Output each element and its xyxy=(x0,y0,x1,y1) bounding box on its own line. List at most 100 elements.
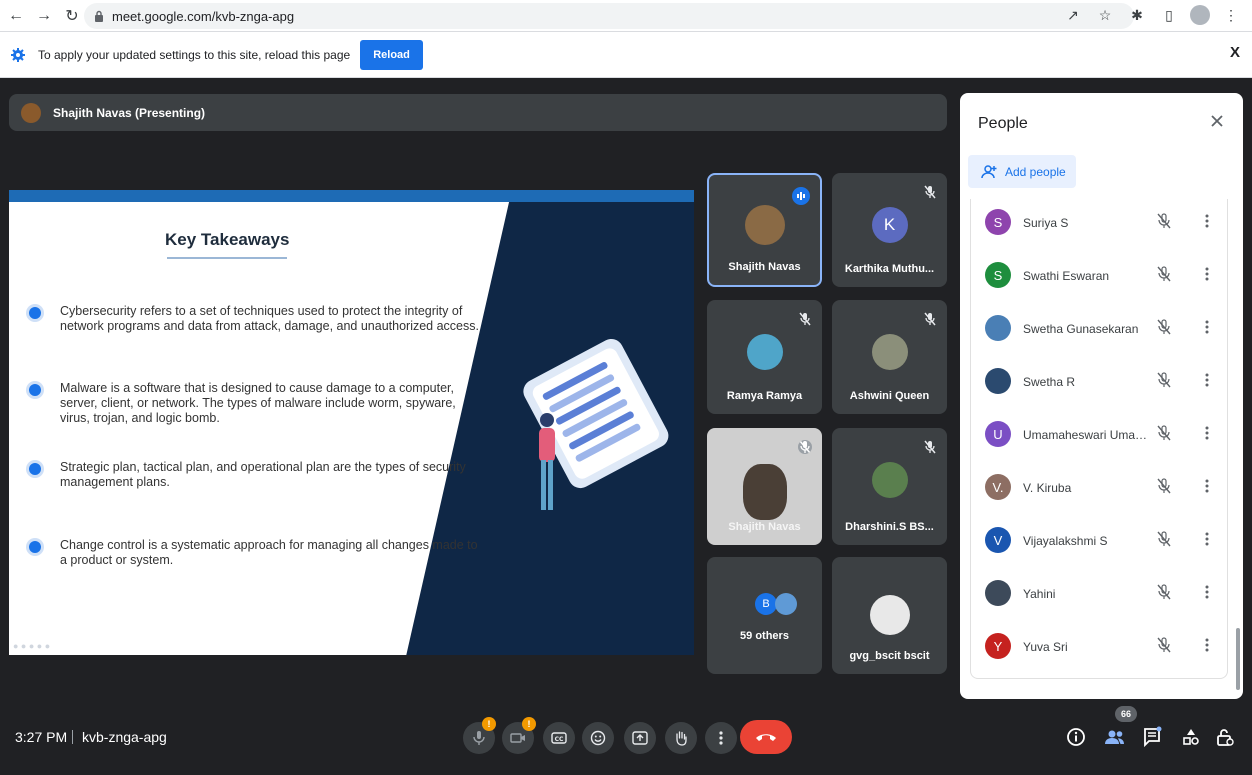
more-vert-icon[interactable] xyxy=(1199,637,1215,653)
others-tile[interactable]: B 59 others xyxy=(707,557,822,674)
participant-name: Swetha R xyxy=(1023,375,1076,389)
participant-list: S Suriya S S Swathi Eswaran Swetha Gunasekar… xyxy=(970,199,1228,679)
people-list-scrollbar[interactable] xyxy=(1236,628,1240,690)
participant-avatar xyxy=(985,368,1011,394)
mic-off-icon xyxy=(799,312,811,326)
mic-off-icon xyxy=(1156,213,1172,229)
participant-list-item[interactable]: V Vijayalakshmi S xyxy=(971,517,1229,570)
slide-illustration xyxy=(523,338,669,510)
leave-call-button[interactable] xyxy=(740,720,792,754)
bullet-dot-icon xyxy=(29,463,41,475)
participant-tile[interactable]: Ramya Ramya xyxy=(707,300,822,414)
participant-tile[interactable]: gvg_bscit bscit xyxy=(832,557,947,674)
add-people-label: Add people xyxy=(1005,164,1066,179)
browser-actions: ↗ ☆ ✱ ▯ ⋮ xyxy=(1062,4,1242,26)
chat-icon[interactable] xyxy=(1142,726,1164,748)
participant-name: Karthika Muthu... xyxy=(844,263,935,275)
participant-list-item[interactable]: S Suriya S xyxy=(971,199,1229,252)
participant-avatar xyxy=(985,315,1011,341)
extensions-icon[interactable]: ✱ xyxy=(1126,4,1148,26)
participant-list-item[interactable]: Y Yuva Sri xyxy=(971,623,1229,676)
participant-tile[interactable]: Ashwini Queen xyxy=(832,300,947,414)
close-icon[interactable] xyxy=(1209,113,1225,129)
reload-button[interactable]: Reload xyxy=(360,39,423,70)
add-person-icon xyxy=(981,164,997,178)
forward-arrow-icon[interactable]: → xyxy=(32,4,56,28)
participant-list-item[interactable]: Swetha R xyxy=(971,358,1229,411)
more-vert-icon[interactable] xyxy=(1199,372,1215,388)
participant-avatar xyxy=(746,334,783,370)
participant-avatar: V. xyxy=(985,474,1011,500)
profile-avatar[interactable] xyxy=(1190,5,1210,25)
participant-name: Yahini xyxy=(1023,587,1056,601)
more-vert-icon[interactable] xyxy=(1199,319,1215,335)
participant-name: Shajith Navas xyxy=(728,521,801,533)
meeting-info-icon[interactable] xyxy=(1065,726,1087,748)
participant-list-item[interactable]: U Umamaheswari Umama... xyxy=(971,411,1229,464)
participant-list-item[interactable]: Swetha Gunasekaran xyxy=(971,305,1229,358)
more-options-button[interactable] xyxy=(705,722,737,754)
more-vert-icon[interactable] xyxy=(1199,213,1215,229)
participant-tile[interactable]: Shajith Navas xyxy=(707,173,822,287)
participant-avatar xyxy=(871,462,908,498)
address-bar[interactable]: meet.google.com/kvb-znga-apg xyxy=(84,3,1134,29)
sidepanel-icon[interactable]: ▯ xyxy=(1158,4,1180,26)
meeting-code: kvb-znga-apg xyxy=(82,729,167,745)
participant-avatar xyxy=(744,205,785,245)
settings-infobar: To apply your updated settings to this s… xyxy=(0,32,1252,78)
slide-top-band xyxy=(9,190,694,202)
bullet-dot-icon xyxy=(29,384,41,396)
slide-title: Key Takeaways xyxy=(165,230,290,249)
activities-icon[interactable] xyxy=(1180,726,1202,748)
participant-tile-video[interactable]: Shajith Navas xyxy=(707,428,822,545)
more-vert-icon[interactable] xyxy=(1199,425,1215,441)
reactions-button[interactable] xyxy=(582,722,614,754)
more-vert-icon[interactable] xyxy=(1199,478,1215,494)
more-vert-icon[interactable] xyxy=(1199,266,1215,282)
mic-off-icon xyxy=(1156,531,1172,547)
bullet-text: Cybersecurity refers to a set of techniq… xyxy=(60,304,479,333)
participant-name: Dharshini.S BS... xyxy=(845,521,934,533)
presenter-bar: Shajith Navas (Presenting) xyxy=(9,94,947,131)
raise-hand-button[interactable] xyxy=(665,722,697,754)
mic-off-icon xyxy=(1156,478,1172,494)
participant-list-item[interactable]: S Swathi Eswaran xyxy=(971,252,1229,305)
participant-list-item[interactable]: Yahini xyxy=(971,570,1229,623)
captions-button[interactable]: CC xyxy=(543,722,575,754)
participant-tile[interactable]: K Karthika Muthu... xyxy=(832,173,947,287)
participant-avatar: K xyxy=(871,207,908,243)
participant-name: Shajith Navas xyxy=(728,261,801,273)
infobar-close-button[interactable]: X xyxy=(1230,44,1240,61)
star-icon[interactable]: ☆ xyxy=(1094,4,1116,26)
mic-off-icon xyxy=(924,185,936,199)
participant-name: V. Kiruba xyxy=(1023,481,1072,495)
participant-avatar xyxy=(869,595,910,635)
people-icon[interactable] xyxy=(1104,726,1126,748)
participant-name: Ramya Ramya xyxy=(726,390,803,402)
more-vert-icon[interactable] xyxy=(1199,584,1215,600)
participant-name: Suriya S xyxy=(1023,216,1069,230)
presenter-label: Shajith Navas (Presenting) xyxy=(53,105,206,120)
more-vert-icon xyxy=(719,731,723,745)
slide-title-underline xyxy=(167,257,287,259)
back-arrow-icon[interactable]: ← xyxy=(4,4,28,28)
people-panel: People Add people S Suriya S S Swathi Eswar… xyxy=(960,93,1243,699)
share-icon[interactable]: ↗ xyxy=(1062,4,1084,26)
participant-name: Umamaheswari Umama... xyxy=(1023,428,1149,442)
meeting-controls-bar: 3:27 PM kvb-znga-apg ! ! CC 66 xyxy=(0,700,1252,775)
add-people-button[interactable]: Add people xyxy=(968,155,1076,188)
participant-count-badge: 66 xyxy=(1115,706,1137,722)
present-icon xyxy=(632,731,648,745)
host-controls-icon[interactable] xyxy=(1214,726,1236,748)
participant-list-item[interactable]: V. V. Kiruba xyxy=(971,464,1229,517)
menu-icon[interactable]: ⋮ xyxy=(1220,4,1242,26)
bullet-text: Malware is a software that is designed t… xyxy=(60,381,456,425)
mic-off-icon xyxy=(924,312,936,326)
mic-icon xyxy=(473,731,485,745)
bullet-text: Change control is a systematic approach … xyxy=(60,538,478,567)
more-vert-icon[interactable] xyxy=(1199,531,1215,547)
reload-icon[interactable]: ↻ xyxy=(60,4,84,28)
present-button[interactable] xyxy=(624,722,656,754)
gear-icon xyxy=(11,47,25,62)
participant-tile[interactable]: Dharshini.S BS... xyxy=(832,428,947,545)
